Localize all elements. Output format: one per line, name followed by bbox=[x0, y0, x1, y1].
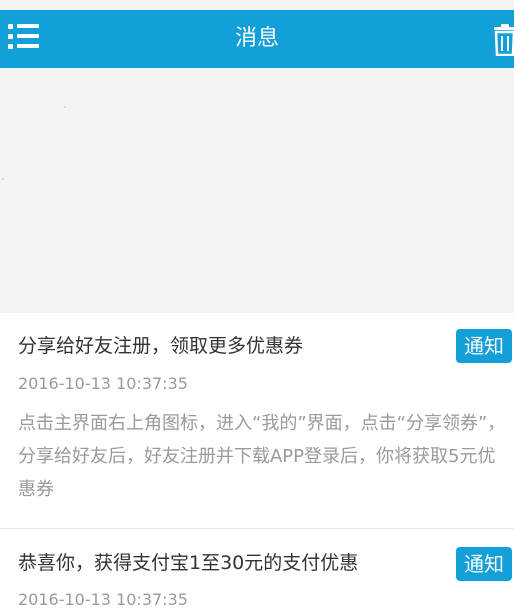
message-item[interactable]: 恭喜你，获得支付宝1至30元的支付优惠 通知 2016-10-13 10:37:… bbox=[0, 529, 514, 609]
blank-content-area bbox=[0, 68, 514, 313]
message-item[interactable]: 分享给好友注册，领取更多优惠券 通知 2016-10-13 10:37:35 点… bbox=[0, 313, 514, 528]
message-time: 2016-10-13 10:37:35 bbox=[18, 374, 188, 393]
trash-icon bbox=[494, 24, 514, 57]
page-title: 消息 bbox=[234, 26, 279, 51]
notice-badge[interactable]: 通知 bbox=[456, 547, 512, 581]
message-title: 分享给好友注册，领取更多优惠券 bbox=[18, 335, 304, 357]
speck bbox=[2, 178, 4, 180]
message-list: 分享给好友注册，领取更多优惠券 通知 2016-10-13 10:37:35 点… bbox=[0, 313, 514, 609]
notice-badge[interactable]: 通知 bbox=[456, 329, 512, 363]
top-bar: 消息 bbox=[0, 10, 514, 68]
delete-button[interactable] bbox=[492, 24, 514, 57]
messages-screen: 消息 分享给好友注册，领取更多优惠券 通知 2016-10-13 10:37:3… bbox=[0, 0, 514, 609]
message-body: 点击主界面右上角图标，进入“我的”界面，点击“分享领券”，分享给好友后，好友注册… bbox=[18, 413, 506, 500]
message-title: 恭喜你，获得支付宝1至30元的支付优惠 bbox=[18, 552, 359, 574]
message-time: 2016-10-13 10:37:35 bbox=[18, 590, 188, 609]
speck bbox=[64, 106, 66, 108]
